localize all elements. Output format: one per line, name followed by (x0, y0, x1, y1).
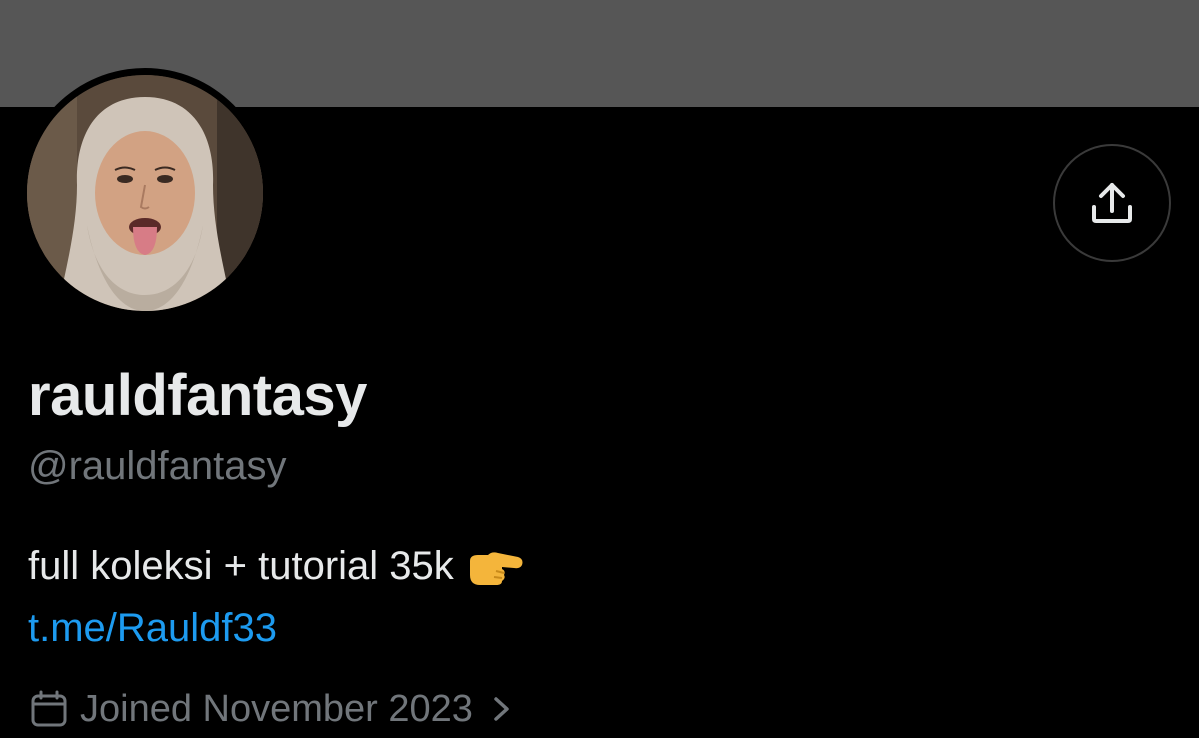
bio: full koleksi + tutorial 35k (28, 544, 524, 589)
bio-link[interactable]: t.me/Rauldf33 (28, 606, 277, 651)
profile-page: rauldfantasy @rauldfantasy full koleksi … (0, 0, 1199, 738)
pointing-right-hand-icon (469, 551, 523, 585)
chevron-right-icon (494, 697, 509, 721)
joined-label: Joined November 2023 (80, 687, 473, 730)
display-name: rauldfantasy (28, 363, 367, 428)
share-upload-icon (1092, 183, 1132, 223)
handle: @rauldfantasy (28, 444, 287, 488)
calendar-icon (31, 690, 67, 727)
bio-text: full koleksi + tutorial 35k (28, 544, 454, 588)
avatar[interactable] (20, 68, 270, 318)
share-button[interactable] (1053, 144, 1171, 262)
joined-date[interactable]: Joined November 2023 (30, 684, 513, 734)
avatar-image (27, 75, 263, 311)
